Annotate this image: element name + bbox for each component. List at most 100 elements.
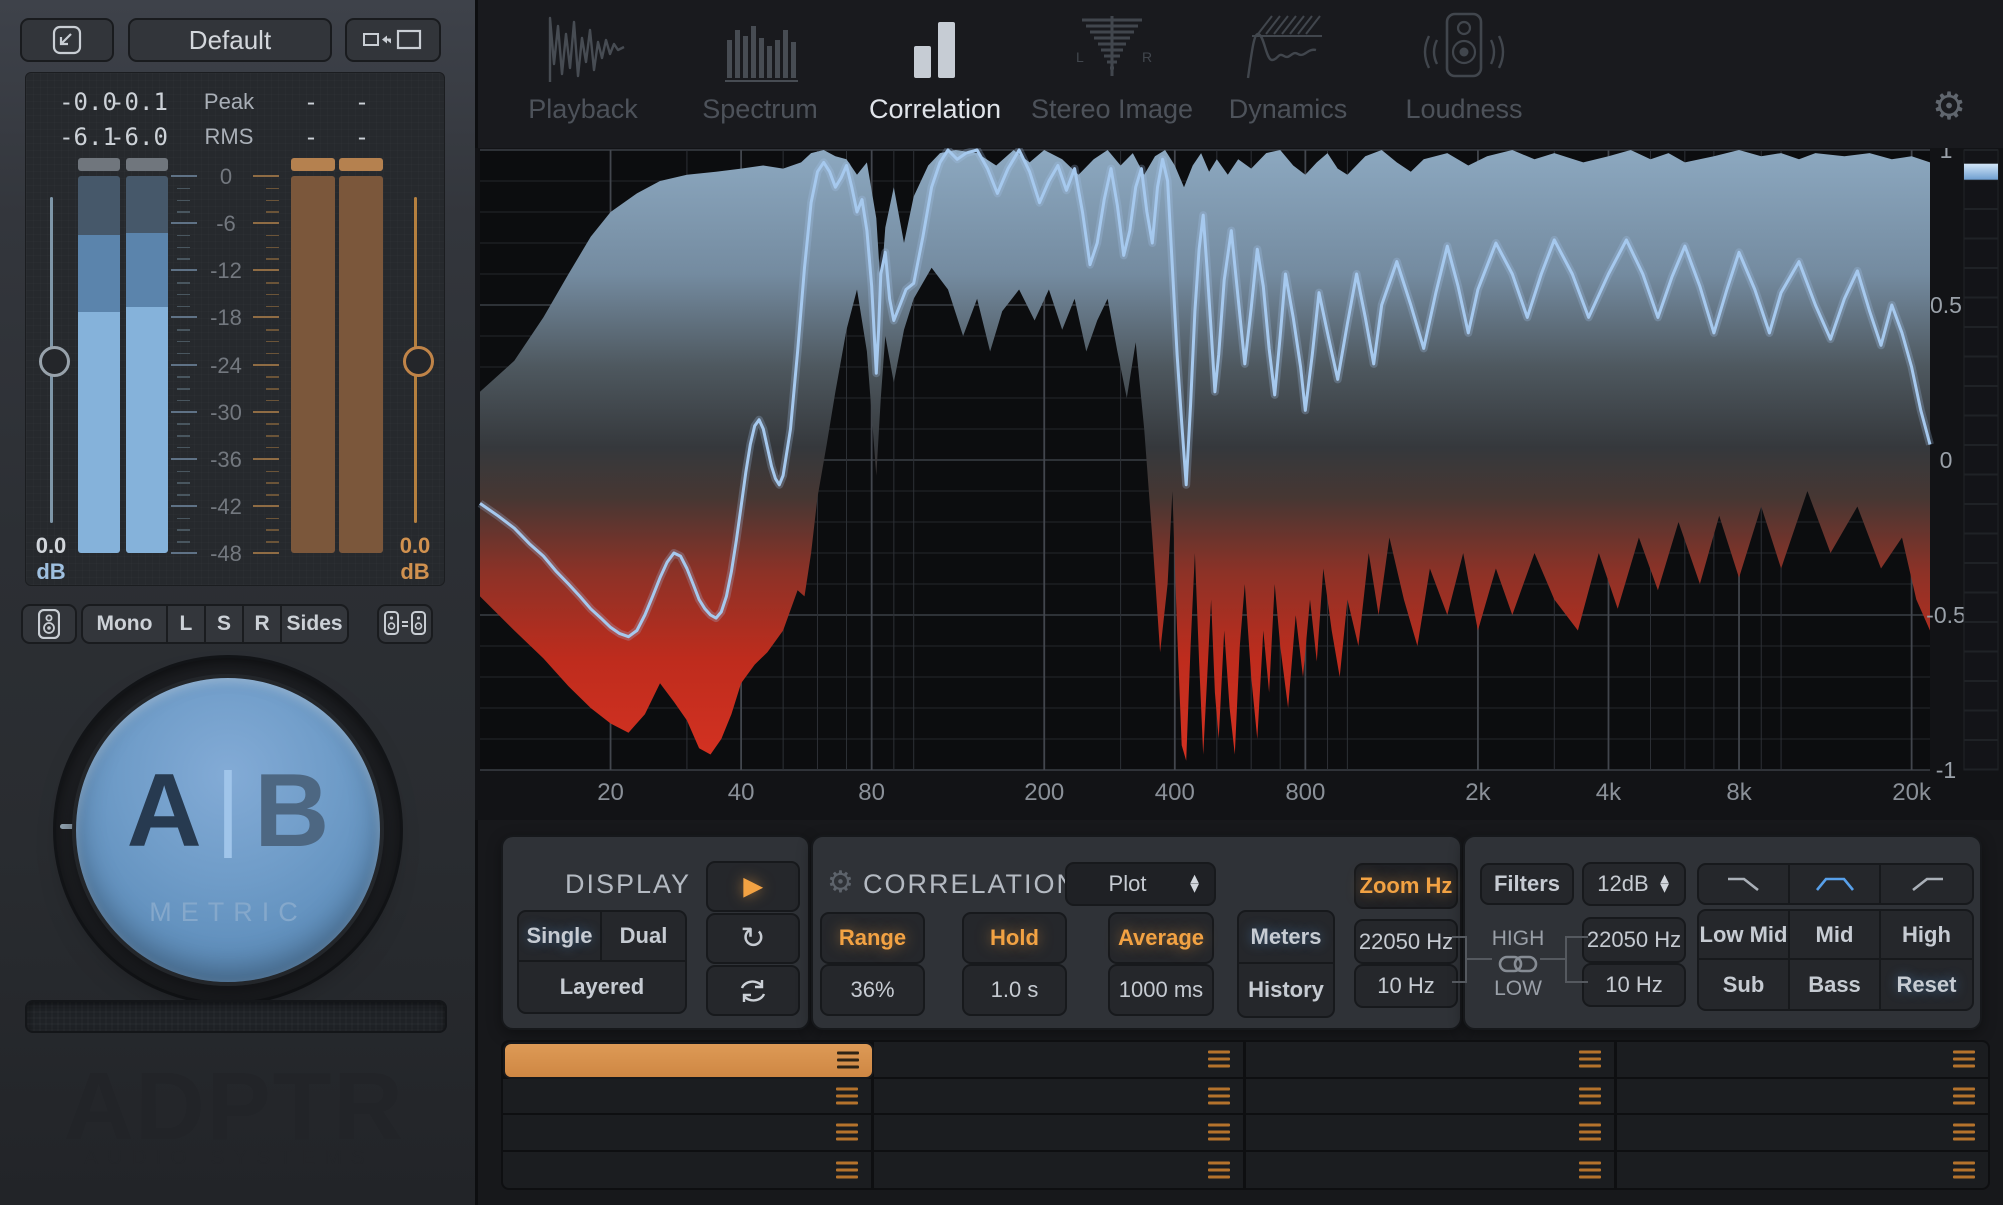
bandpass-icon (1813, 874, 1857, 894)
snapshot-menu-icon[interactable] (1953, 1161, 1975, 1178)
snapshot-cell[interactable] (1617, 1079, 1988, 1116)
band-bass-button[interactable]: Bass (1790, 960, 1881, 1009)
settings-gear-icon[interactable]: ⚙ (1932, 84, 1966, 129)
snapshot-cell[interactable] (503, 1152, 874, 1189)
snapshot-menu-icon[interactable] (1208, 1161, 1230, 1178)
tab-loudness-label: Loudness (1405, 94, 1522, 125)
snapshot-menu-icon[interactable] (1953, 1124, 1975, 1141)
snapshot-cell[interactable] (874, 1115, 1245, 1152)
snapshot-menu-icon[interactable] (836, 1087, 858, 1104)
auto-cycle-button[interactable] (706, 965, 800, 1016)
snapshot-cell[interactable] (1246, 1042, 1617, 1079)
tab-correlation[interactable]: Correlation (850, 12, 1020, 142)
highpass-shape-button[interactable] (1881, 865, 1972, 903)
tab-playback[interactable]: Playback (498, 12, 668, 142)
snapshot-menu-icon[interactable] (1579, 1087, 1601, 1104)
average-button[interactable]: Average (1108, 912, 1214, 964)
snapshot-cell[interactable] (874, 1152, 1245, 1189)
snapshot-cell[interactable] (1246, 1152, 1617, 1189)
display-layered-button[interactable]: Layered (519, 962, 685, 1012)
range-button[interactable]: Range (820, 912, 925, 964)
crossfade-bar[interactable] (25, 1000, 447, 1033)
snapshot-menu-icon[interactable] (1953, 1051, 1975, 1068)
fader-a-unit: dB (16, 559, 86, 585)
cycle-icon (738, 978, 768, 1004)
snapshot-menu-icon[interactable] (1579, 1051, 1601, 1068)
peak-value-a-right: -0.1 (101, 88, 177, 116)
snapshot-cell[interactable] (503, 1115, 874, 1152)
tab-loudness[interactable]: Loudness (1379, 12, 1549, 142)
average-value-field[interactable]: 1000 ms (1108, 964, 1214, 1016)
svg-text:1: 1 (1940, 148, 1953, 163)
band-sub-button[interactable]: Sub (1699, 960, 1790, 1009)
range-value-field[interactable]: 36% (820, 964, 925, 1016)
snapshot-cell[interactable] (1246, 1079, 1617, 1116)
filters-button[interactable]: Filters (1480, 863, 1574, 905)
svg-text:80: 80 (858, 779, 885, 806)
bandpass-shape-button[interactable] (1790, 865, 1881, 903)
snapshot-cell[interactable] (1617, 1152, 1988, 1189)
plot-mode-dropdown[interactable]: Plot ▲▼ (1065, 862, 1216, 906)
snapshot-cell[interactable] (1246, 1115, 1617, 1152)
snapshot-menu-icon[interactable] (1208, 1051, 1230, 1068)
snapshot-menu-icon[interactable] (1208, 1124, 1230, 1141)
tab-stereo-image[interactable]: L R Stereo Image (1027, 12, 1197, 142)
correlation-gear-icon[interactable]: ⚙ (827, 865, 854, 900)
fader-b-knob[interactable] (403, 346, 434, 377)
band-solo-group: Low Mid Mid High Sub Bass Reset (1697, 909, 1974, 1011)
tab-spectrum[interactable]: Spectrum (675, 12, 845, 142)
lowpass-icon (1722, 874, 1766, 894)
lowpass-shape-button[interactable] (1699, 865, 1790, 903)
play-button[interactable]: ▶ (706, 861, 800, 912)
snapshot-menu-icon[interactable] (836, 1124, 858, 1141)
monitor-sides[interactable]: Sides (282, 606, 347, 642)
snapshot-menu-icon[interactable] (837, 1052, 859, 1069)
window-size-button[interactable] (345, 18, 441, 62)
monitor-left[interactable]: L (168, 606, 206, 642)
speaker-a-button[interactable] (21, 604, 77, 644)
hold-value-field[interactable]: 1.0 s (962, 964, 1067, 1016)
peak-value-b-right: - (324, 88, 400, 116)
speaker-match-button[interactable] (377, 604, 433, 644)
band-mid-button[interactable]: Mid (1790, 911, 1881, 960)
speaker-icon (38, 609, 60, 639)
snapshot-cell[interactable] (874, 1079, 1245, 1116)
hold-button[interactable]: Hold (962, 912, 1067, 964)
snapshot-cell[interactable] (503, 1079, 874, 1116)
display-single-button[interactable]: Single (519, 912, 602, 962)
meter-scale-label: 0 (204, 164, 248, 190)
snapshot-cell[interactable] (874, 1042, 1245, 1079)
dropdown-arrows-icon: ▲▼ (1187, 875, 1202, 894)
meter-scale-label: -12 (204, 258, 248, 284)
fader-a-knob[interactable] (39, 346, 70, 377)
snapshot-cell[interactable] (1617, 1115, 1988, 1152)
history-button[interactable]: History (1239, 964, 1333, 1016)
tab-dynamics[interactable]: Dynamics (1203, 12, 1373, 142)
meter-panel: -0.0 -0.1 Peak - - -6.1 -6.0 RMS - - 0-6… (25, 72, 445, 586)
svg-text:4k: 4k (1596, 779, 1622, 806)
snapshot-cell[interactable] (1617, 1042, 1988, 1079)
snapshot-menu-icon[interactable] (1208, 1087, 1230, 1104)
correlation-chart[interactable]: 10.50-0.5-12040802004008002k4k8k20k (475, 148, 2003, 820)
brand-sublabel: AUDIO SYSTEMS (64, 1146, 394, 1170)
snapshot-menu-icon[interactable] (1953, 1087, 1975, 1104)
ab-knob[interactable]: A | B METRIC (72, 674, 384, 986)
monitor-right[interactable]: R (244, 606, 282, 642)
band-lowmid-button[interactable]: Low Mid (1699, 911, 1790, 960)
snapshot-menu-icon[interactable] (1579, 1161, 1601, 1178)
monitor-solo[interactable]: S (206, 606, 244, 642)
filter-shape-group (1697, 863, 1974, 905)
meters-button[interactable]: Meters (1239, 912, 1333, 964)
display-dual-button[interactable]: Dual (602, 912, 685, 962)
snapshot-cell[interactable] (503, 1042, 874, 1079)
snapshot-menu-icon[interactable] (836, 1161, 858, 1178)
band-high-button[interactable]: High (1881, 911, 1972, 960)
collapse-button[interactable] (20, 18, 114, 62)
preset-selector[interactable]: Default (128, 18, 332, 62)
monitor-mono[interactable]: Mono (83, 606, 168, 642)
display-panel: DISPLAY Single Dual Layered ▶ ↻ (501, 835, 810, 1030)
reset-meters-button[interactable]: ↻ (706, 913, 800, 964)
band-reset-button[interactable]: Reset (1881, 960, 1972, 1009)
snapshot-menu-icon[interactable] (1579, 1124, 1601, 1141)
rms-label: RMS (184, 124, 274, 150)
